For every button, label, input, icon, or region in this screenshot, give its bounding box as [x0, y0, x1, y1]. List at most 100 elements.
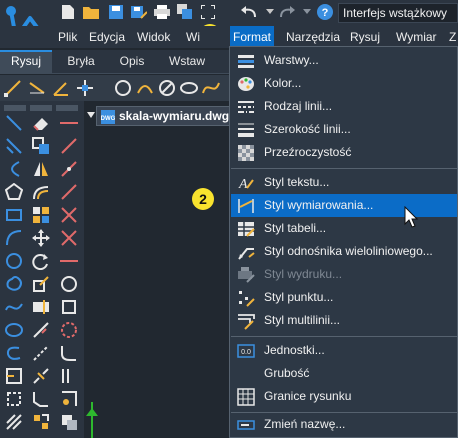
menu-item-rodzaj-linii[interactable]: Rodzaj linii...	[231, 95, 457, 118]
mirror-icon[interactable]	[32, 160, 50, 178]
tab-rysuj[interactable]: Rysuj	[0, 50, 52, 73]
menu-item-styl-tekstu[interactable]: A Styl tekstu...	[231, 171, 457, 194]
extend-icon[interactable]	[32, 344, 50, 362]
menu-item-szerokosc-linii[interactable]: Szerokość linii...	[231, 118, 457, 141]
line-icon[interactable]	[5, 114, 23, 132]
open-folder-icon[interactable]	[83, 4, 99, 20]
wipeout-icon[interactable]	[60, 413, 78, 431]
tab-bryla[interactable]: Bryła	[58, 50, 104, 73]
xline-icon[interactable]	[60, 114, 78, 132]
polyline-icon[interactable]	[5, 137, 23, 155]
menu-widok[interactable]: Widok	[134, 26, 173, 48]
menu-item-jednostki[interactable]: 0.0 Jednostki...	[231, 339, 457, 362]
menu-rysuj[interactable]: Rysuj	[347, 26, 383, 48]
insert-block-icon[interactable]	[5, 367, 23, 385]
menu-edycja[interactable]: Edycja	[86, 26, 128, 48]
arc-3point-icon[interactable]	[5, 229, 23, 247]
linetype-icon	[238, 101, 254, 113]
help-icon[interactable]: ?	[317, 4, 333, 20]
format-menu: Warstwy... Kolor... Rodzaj linii... Szer…	[229, 46, 458, 438]
rectangle-icon[interactable]	[5, 206, 23, 224]
donut-icon[interactable]	[60, 275, 78, 293]
ellipse-icon[interactable]	[5, 321, 23, 339]
explode-icon[interactable]	[32, 413, 50, 431]
tab-wstaw[interactable]: Wstaw	[162, 50, 212, 73]
grip-tool-icon[interactable]	[76, 79, 94, 97]
trim-icon[interactable]	[32, 321, 50, 339]
dashed-circle-icon[interactable]	[60, 321, 78, 339]
layers-icon	[238, 55, 254, 68]
menu-item-label: Styl odnośnika wieloliniowego...	[264, 244, 433, 258]
print-icon[interactable]	[154, 4, 170, 20]
diagonal-line-icon[interactable]	[60, 183, 78, 201]
redo-dropdown-icon[interactable]	[299, 4, 315, 20]
menu-item-grubosc[interactable]: Grubość	[231, 362, 457, 385]
dimension-tool-icon[interactable]	[28, 79, 46, 97]
menu-item-styl-odnosnika[interactable]: Styl odnośnika wieloliniowego...	[231, 240, 457, 263]
spline-tool-icon[interactable]	[202, 79, 220, 97]
menu-item-styl-tabeli[interactable]: Styl tabeli...	[231, 217, 457, 240]
rotate-icon[interactable]	[32, 252, 50, 270]
move-icon[interactable]	[32, 229, 50, 247]
new-file-icon[interactable]	[60, 4, 76, 20]
menu-item-zmien-nazwe[interactable]: Zmień nazwę...	[231, 413, 457, 436]
save-as-icon[interactable]	[131, 4, 147, 20]
menu-item-kolor[interactable]: Kolor...	[231, 72, 457, 95]
revcloud-icon[interactable]	[5, 275, 23, 293]
boundary-icon[interactable]	[60, 390, 78, 408]
eraser-icon[interactable]	[32, 114, 50, 132]
hline-icon[interactable]	[60, 252, 78, 270]
array-icon[interactable]	[32, 206, 50, 224]
menu-item-styl-multilinii[interactable]: Styl multilinii...	[231, 309, 457, 332]
menu-format[interactable]: Format	[230, 26, 275, 48]
workspace-selector[interactable]: Interfejs wstążkowy	[338, 3, 458, 23]
multiline-style-icon	[238, 314, 255, 330]
menu-item-granice-rysunku[interactable]: Granice rysunku	[231, 385, 457, 408]
menu-item-styl-punktu[interactable]: Styl punktu...	[231, 286, 457, 309]
circle-icon[interactable]	[5, 252, 23, 270]
arc-icon[interactable]	[5, 160, 23, 178]
cross-alt-icon[interactable]	[60, 229, 78, 247]
tab-arrow-icon[interactable]	[87, 110, 95, 120]
offset-icon[interactable]	[32, 183, 50, 201]
square-icon[interactable]	[60, 298, 78, 316]
construction-line-icon[interactable]	[60, 160, 78, 178]
ray-icon[interactable]	[60, 137, 78, 155]
plot-icon[interactable]	[177, 4, 193, 20]
break-icon[interactable]	[32, 367, 50, 385]
menu-item-warstwy[interactable]: Warstwy...	[231, 49, 457, 72]
undo-icon[interactable]	[241, 4, 257, 20]
angular-tool-icon[interactable]	[52, 79, 70, 97]
region-icon[interactable]	[60, 367, 78, 385]
scale-icon[interactable]	[32, 275, 50, 293]
stretch-icon[interactable]	[32, 298, 50, 316]
tab-opis[interactable]: Opis	[112, 50, 152, 73]
circle-tool-icon[interactable]	[114, 79, 132, 97]
redo-icon[interactable]	[279, 4, 295, 20]
menu-plik[interactable]: Plik	[55, 26, 80, 48]
ellipse-arc-icon[interactable]	[5, 344, 23, 362]
cross-icon[interactable]	[60, 206, 78, 224]
hatch-icon[interactable]	[5, 413, 23, 431]
arc-tool-icon[interactable]	[136, 79, 154, 97]
no-entry-icon[interactable]	[158, 79, 176, 97]
menu-item-przezroczystosc[interactable]: Przeźroczystość	[231, 141, 457, 164]
menu-item-label: Jednostki...	[264, 343, 325, 357]
menu-z[interactable]: Z	[446, 26, 458, 48]
polygon-icon[interactable]	[5, 183, 23, 201]
save-icon[interactable]	[108, 4, 124, 20]
copy-icon[interactable]	[32, 137, 50, 155]
fillet-icon[interactable]	[60, 344, 78, 362]
chamfer-icon[interactable]	[32, 390, 50, 408]
point-icon[interactable]	[5, 390, 23, 408]
spline-icon[interactable]	[5, 298, 23, 316]
fullscreen-icon[interactable]	[200, 4, 216, 20]
document-tab[interactable]: DWG skala-wymiaru.dwg*	[96, 106, 236, 126]
menu-narzedzia[interactable]: Narzędzia	[283, 26, 343, 48]
menu-item-styl-wymiarowania[interactable]: Styl wymiarowania...	[231, 194, 457, 217]
undo-dropdown-icon[interactable]	[262, 4, 278, 20]
menu-wymiar[interactable]: Wymiar	[393, 26, 440, 48]
line-tool-icon[interactable]	[4, 79, 22, 97]
menu-wi[interactable]: Wi	[183, 26, 203, 48]
ellipse-tool-icon[interactable]	[180, 79, 198, 97]
